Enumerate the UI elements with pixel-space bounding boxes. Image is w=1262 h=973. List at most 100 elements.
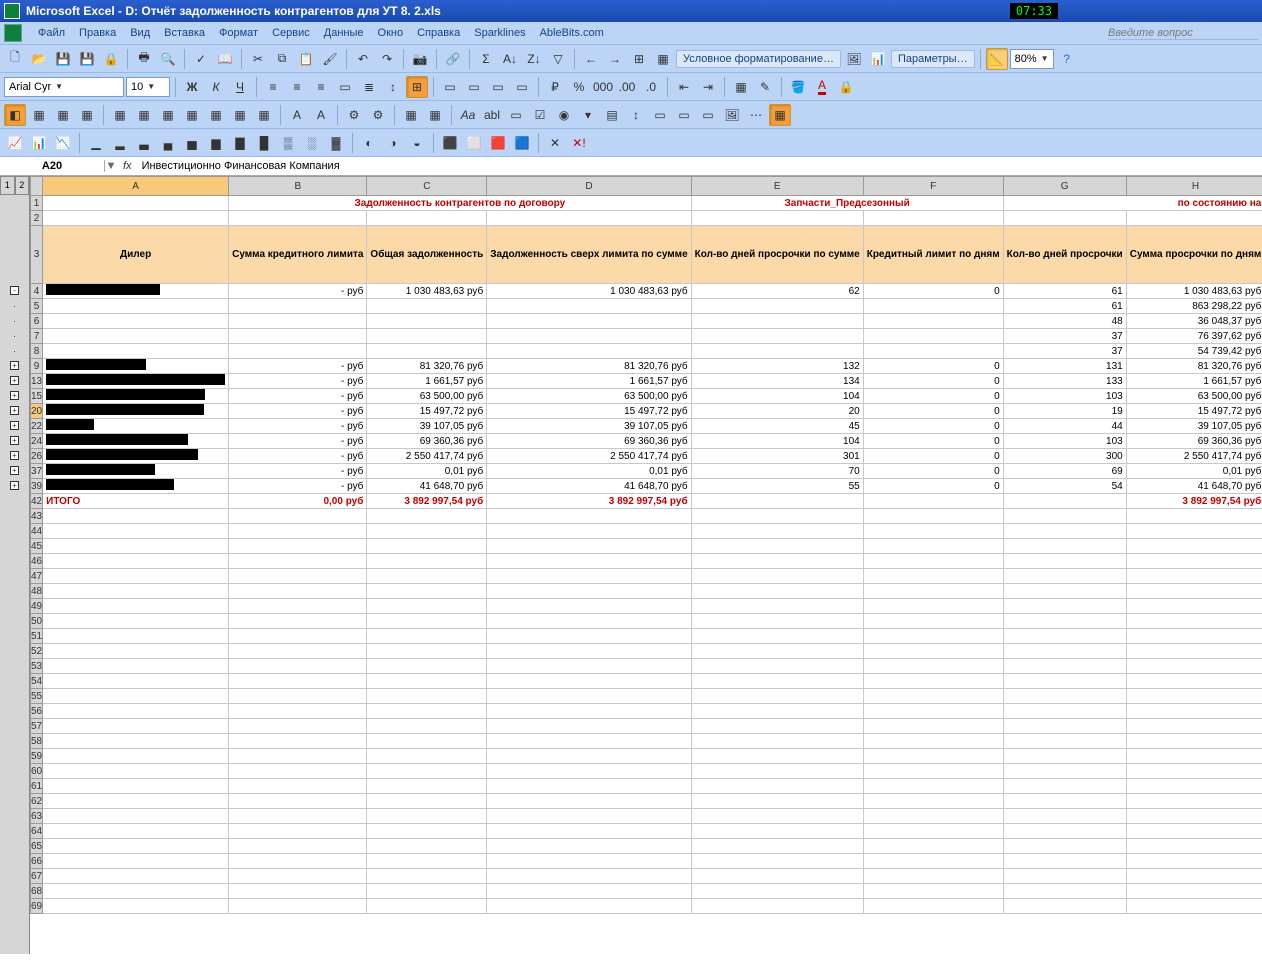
cell[interactable] — [487, 779, 691, 794]
cell[interactable] — [863, 749, 1003, 764]
cell[interactable] — [863, 704, 1003, 719]
cell[interactable]: 0,00 руб — [229, 494, 367, 509]
row-header[interactable]: 52 — [31, 644, 43, 659]
cell[interactable]: 103 — [1003, 389, 1126, 404]
cell[interactable]: 0,01 руб — [1126, 464, 1262, 479]
cell[interactable] — [229, 569, 367, 584]
permission-icon[interactable]: 🔒 — [100, 48, 122, 70]
tool-a14-icon[interactable]: ▦ — [400, 104, 422, 126]
cell[interactable] — [229, 584, 367, 599]
control-check-icon[interactable]: ☑ — [529, 104, 551, 126]
cell[interactable] — [367, 809, 487, 824]
cell[interactable] — [367, 569, 487, 584]
cell[interactable] — [691, 599, 863, 614]
cell[interactable] — [229, 839, 367, 854]
cell[interactable] — [229, 794, 367, 809]
cell[interactable] — [487, 344, 691, 359]
row-header[interactable]: 68 — [31, 884, 43, 899]
cell[interactable] — [43, 824, 229, 839]
cell[interactable] — [863, 599, 1003, 614]
row-header[interactable]: 59 — [31, 749, 43, 764]
cell[interactable] — [367, 704, 487, 719]
cell[interactable] — [863, 869, 1003, 884]
cell[interactable]: - руб — [229, 479, 367, 494]
cell[interactable] — [1126, 599, 1262, 614]
cell[interactable] — [691, 659, 863, 674]
cell[interactable] — [863, 644, 1003, 659]
cell[interactable]: 0 — [863, 464, 1003, 479]
cell[interactable] — [367, 554, 487, 569]
cell[interactable] — [367, 344, 487, 359]
row-header[interactable]: 46 — [31, 554, 43, 569]
tool-a7-icon[interactable]: ▦ — [157, 104, 179, 126]
cell-a[interactable] — [43, 284, 229, 299]
cell[interactable] — [863, 299, 1003, 314]
autosum-icon[interactable]: Σ — [475, 48, 497, 70]
cell[interactable] — [863, 659, 1003, 674]
cell[interactable] — [487, 539, 691, 554]
cell[interactable] — [863, 764, 1003, 779]
control-abl-icon[interactable]: abl — [481, 104, 503, 126]
sparkline-16-icon[interactable]: ◑ — [382, 132, 404, 154]
cell[interactable] — [43, 509, 229, 524]
sparkline-9-icon[interactable]: ▆ — [205, 132, 227, 154]
sparkline-18-icon[interactable]: ⬛ — [439, 132, 461, 154]
cell[interactable] — [863, 809, 1003, 824]
cell-a[interactable] — [43, 359, 229, 374]
row-header[interactable]: 5 — [31, 299, 43, 314]
cell[interactable]: 104 — [691, 434, 863, 449]
cell[interactable]: 0,01 руб — [487, 464, 691, 479]
tool-a6-icon[interactable]: ▦ — [133, 104, 155, 126]
control-button-icon[interactable]: ▭ — [673, 104, 695, 126]
col-header-F[interactable]: F — [863, 177, 1003, 196]
cell[interactable] — [863, 839, 1003, 854]
merge-across-icon[interactable]: ▭ — [439, 76, 461, 98]
col-header-H[interactable]: H — [1126, 177, 1262, 196]
row-header[interactable]: 62 — [31, 794, 43, 809]
row-header[interactable]: 63 — [31, 809, 43, 824]
tool-a1-icon[interactable]: ◧ — [4, 104, 26, 126]
cell[interactable] — [1003, 674, 1126, 689]
cell[interactable]: 104 — [691, 389, 863, 404]
cell[interactable]: 81 320,76 руб — [487, 359, 691, 374]
cell[interactable]: 133 — [1003, 374, 1126, 389]
outline-toggle-icon[interactable]: + — [10, 391, 19, 400]
cell[interactable] — [367, 764, 487, 779]
cell[interactable] — [1126, 794, 1262, 809]
cell[interactable] — [43, 809, 229, 824]
align-left-icon[interactable]: ≡ — [262, 76, 284, 98]
cell[interactable] — [229, 509, 367, 524]
cell[interactable]: 301 — [691, 449, 863, 464]
cell[interactable] — [229, 539, 367, 554]
cell[interactable] — [1126, 674, 1262, 689]
cell[interactable] — [691, 749, 863, 764]
new-icon[interactable]: 🗋 — [4, 48, 26, 70]
cell[interactable] — [367, 839, 487, 854]
cell[interactable] — [1126, 869, 1262, 884]
cell[interactable] — [863, 539, 1003, 554]
cell[interactable] — [1126, 809, 1262, 824]
cell[interactable] — [1126, 854, 1262, 869]
cell[interactable] — [1003, 839, 1126, 854]
cell[interactable] — [43, 599, 229, 614]
cell[interactable] — [43, 719, 229, 734]
cell[interactable]: 1 661,57 руб — [367, 374, 487, 389]
cell[interactable] — [43, 524, 229, 539]
control-scroll-icon[interactable]: ▭ — [649, 104, 671, 126]
sparkline-1-icon[interactable]: 📈 — [4, 132, 26, 154]
cell[interactable]: 41 648,70 руб — [367, 479, 487, 494]
unmerge-icon[interactable]: ▭ — [463, 76, 485, 98]
cell[interactable] — [1003, 539, 1126, 554]
cell[interactable] — [1126, 719, 1262, 734]
cell[interactable] — [43, 884, 229, 899]
paste-icon[interactable]: 📋 — [295, 48, 317, 70]
cell[interactable]: 1 030 483,63 руб — [367, 284, 487, 299]
sort-asc-icon[interactable]: A↓ — [499, 48, 521, 70]
cell[interactable] — [487, 644, 691, 659]
cell[interactable] — [1126, 764, 1262, 779]
cell[interactable] — [229, 674, 367, 689]
cell[interactable] — [229, 854, 367, 869]
sparkline-4-icon[interactable]: ▁ — [85, 132, 107, 154]
cell[interactable] — [691, 629, 863, 644]
outline-toggle-icon[interactable]: - — [10, 286, 19, 295]
